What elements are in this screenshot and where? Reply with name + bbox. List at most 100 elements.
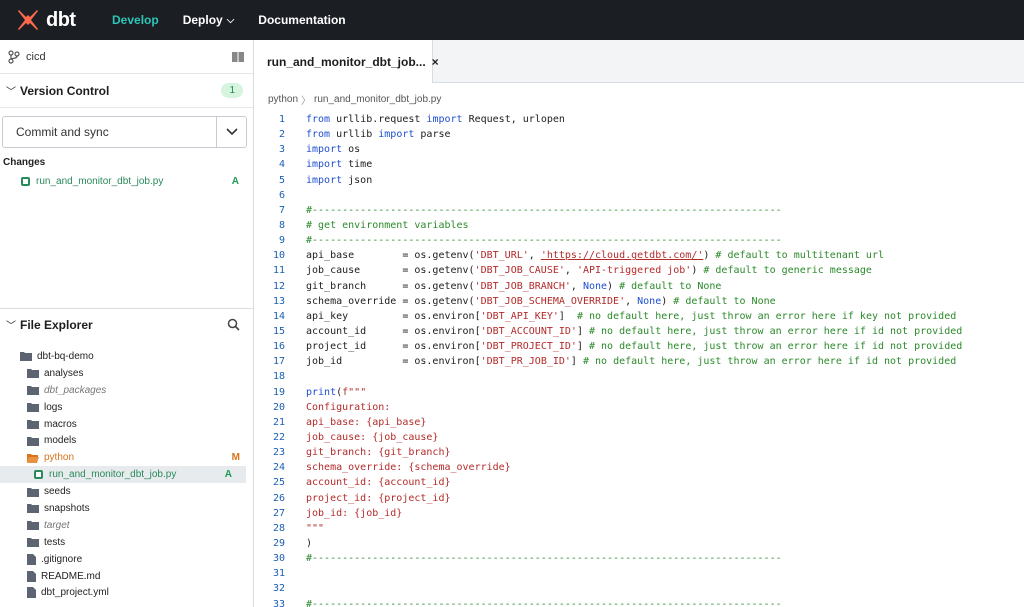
file-tree-item[interactable]: dbt_packages [0,382,254,399]
line-number: 20 [272,401,285,413]
breadcrumb-folder[interactable]: python [268,94,298,105]
code-line: 25 account_id: {account_id} [255,475,1024,490]
file-tree-item[interactable]: .gitignore [0,551,254,568]
code-line: 28 """ [255,521,1024,536]
line-number: 5 [278,174,285,186]
file-tree-item[interactable]: dbt_project.yml [0,584,254,601]
line-number: 28 [272,522,285,534]
dbt-logo-icon [18,10,38,30]
line-number: 22 [272,432,285,444]
chevron-down-icon [225,128,238,136]
line-number: 27 [272,507,285,519]
commit-options-dropdown[interactable] [216,117,246,147]
line-number: 4 [278,159,285,171]
code-text: job_cause = os.getenv('DBT_JOB_CAUSE', '… [306,265,872,277]
sidebar: cicd ﹀ Version Control 1 Commit and sync… [0,40,254,607]
close-icon[interactable]: × [432,55,439,69]
code-line: 22 job_cause: {job_cause} [255,430,1024,445]
line-number: 16 [272,341,285,353]
code-text: Configuration: [306,401,391,413]
code-text: #---------------------------------------… [306,204,782,216]
code-text: import time [306,159,373,171]
file-icon [27,553,36,565]
file-tree-item[interactable]: run_and_monitor_dbt_job.py A [0,466,246,484]
line-number: 3 [278,144,285,156]
file-tree-item[interactable]: macros [0,416,254,433]
branch-selector[interactable]: cicd [0,40,253,74]
nav-deploy-label: Deploy [182,13,223,27]
code-text: print(f""" [306,386,367,398]
version-control-title: Version Control [20,83,110,98]
brand-name: dbt [46,8,76,31]
file-tree-item[interactable]: dbt-bq-demo [0,348,254,365]
commit-and-sync-button[interactable]: Commit and sync [3,117,216,147]
line-number: 1 [278,114,285,126]
file-tree-item-label: tests [44,536,66,548]
book-icon[interactable] [231,51,245,63]
code-line: 4 import time [255,157,1024,172]
dbt-logo[interactable]: dbt [16,8,96,32]
file-tree-item[interactable]: tests [0,534,254,551]
nav-documentation-label: Documentation [258,13,346,27]
line-number: 6 [278,189,285,201]
line-number: 13 [272,295,285,307]
changed-file[interactable]: run_and_monitor_dbt_job.py A [0,172,253,190]
line-number: 10 [272,250,285,262]
nav-develop-label: Develop [112,13,159,27]
file-icon [27,587,36,599]
code-line: 21 api_base: {api_base} [255,415,1024,430]
code-editor[interactable]: 1 from urllib.request import Request, url… [255,112,1024,607]
commit-and-sync-control: Commit and sync [2,116,247,148]
nav-deploy[interactable]: Deploy ⌵ [175,0,243,40]
file-tree-item[interactable]: seeds [0,483,254,500]
nav-documentation[interactable]: Documentation [250,0,353,40]
tab-run-and-monitor[interactable]: run_and_monitor_dbt_job... × [255,40,439,83]
file-tree-item[interactable]: logs [0,399,254,416]
version-control-header[interactable]: ﹀ Version Control 1 [0,74,253,108]
file-tree-item-label: logs [44,401,63,413]
file-tree-item-label: dbt-bq-demo [37,350,94,362]
top-nav: dbt Develop Deploy ⌵ Documentation [0,0,1024,40]
file-tree-item[interactable]: analyses [0,365,254,382]
code-text: #---------------------------------------… [306,598,782,607]
code-line: 3 import os [255,142,1024,157]
code-text: ) [306,538,313,549]
branch-name: cicd [26,50,46,63]
file-tree-item[interactable]: models [0,432,254,449]
code-line: 13 schema_override = os.getenv('DBT_JOB_S… [255,294,1024,309]
file-tree-item[interactable]: python M [0,449,254,466]
code-text: git_branch = os.getenv('DBT_JOB_BRANCH',… [306,280,722,292]
file-tree: dbt-bq-demo analyses dbt_packageslogs macro… [0,348,254,601]
code-text: from urllib.request import Request, urlo… [306,114,565,126]
change-status: A [231,175,239,187]
file-tree-item-label: run_and_monitor_dbt_job.py [49,469,177,481]
code-line: 8 # get environment variables [255,218,1024,233]
code-text: import os [306,144,361,156]
file-tree-item[interactable]: target [0,517,254,534]
file-tree-item-label: snapshots [44,502,90,514]
line-number: 2 [278,129,285,141]
code-line: 9 #--------------------------------------… [255,233,1024,248]
file-tree-item[interactable]: README.md [0,568,254,585]
line-number: 31 [272,568,285,580]
code-text: from urllib import parse [306,129,451,141]
file-tree-item-label: models [44,435,77,447]
folder-icon [27,386,39,396]
search-icon[interactable] [227,318,240,331]
code-text: account_id = os.environ['DBT_ACCOUNT_ID'… [306,326,963,338]
breadcrumb-file[interactable]: run_and_monitor_dbt_job.py [314,94,441,105]
file-explorer-header[interactable]: ﹀ File Explorer [0,308,254,340]
code-line: 18 [255,369,1024,384]
code-text: job_cause: {job_cause} [306,432,439,444]
nav-develop[interactable]: Develop [104,0,167,40]
file-tree-item[interactable]: snapshots [0,500,254,517]
code-line: 6 [255,188,1024,203]
python-file-icon [34,470,43,480]
code-text: schema_override = os.getenv('DBT_JOB_SCH… [306,295,776,307]
code-line: 10 api_base = os.getenv('DBT_URL', 'https… [255,248,1024,263]
line-number: 8 [278,220,285,232]
file-tree-item-label: target [44,519,70,531]
code-line: 19 print(f""" [255,385,1024,400]
code-text: job_id: {job_id} [306,507,403,519]
line-number: 25 [272,477,285,489]
